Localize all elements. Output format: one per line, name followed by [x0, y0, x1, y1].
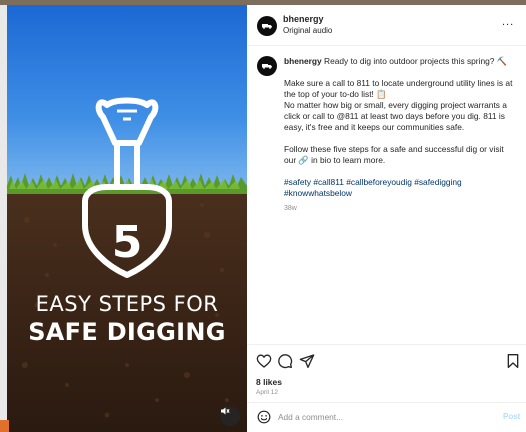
more-options-button[interactable]: ...	[502, 16, 514, 28]
avatar[interactable]	[257, 16, 277, 36]
truck-logo-icon	[262, 64, 272, 69]
emoji-icon[interactable]	[257, 410, 271, 424]
hashtags[interactable]: #safety #call811 #callbeforeyoudig #safe…	[284, 177, 516, 199]
step-number: 5	[112, 217, 143, 268]
post-media[interactable]: 5 EASY STEPS FOR SAFE DIGGING	[7, 5, 247, 432]
post-header: bhenergy Original audio ...	[247, 5, 526, 46]
audio-link[interactable]: Original audio	[283, 26, 332, 35]
screenshot-frame: 5 EASY STEPS FOR SAFE DIGGING bhenergy O…	[0, 0, 526, 432]
left-edge-strip	[0, 5, 7, 432]
post-caption: bhenergy Ready to dig into outdoor proje…	[284, 56, 516, 214]
post-caption-area: bhenergy Ready to dig into outdoor proje…	[247, 46, 526, 344]
username-link[interactable]: bhenergy	[283, 14, 324, 24]
caption-line-2: SAFE DIGGING	[28, 318, 226, 346]
speaker-muted-icon	[221, 407, 230, 415]
comment-bar: Post	[247, 402, 526, 432]
mute-button[interactable]	[220, 406, 240, 426]
share-icon[interactable]	[299, 353, 315, 369]
post-side-panel: bhenergy Original audio ... bhenergy Rea…	[247, 5, 526, 432]
heart-icon[interactable]	[256, 353, 272, 369]
post-actions: 8 likes April 12	[247, 344, 526, 396]
bookmark-icon[interactable]	[505, 353, 521, 369]
caption-paragraph-2: No matter how big or small, every diggin…	[284, 100, 507, 132]
comment-input[interactable]	[278, 410, 478, 424]
post-age: 38w	[284, 205, 297, 212]
avatar[interactable]	[257, 56, 277, 76]
caption-intro: Ready to dig into outdoor projects this …	[321, 56, 508, 66]
truck-logo-icon	[262, 24, 272, 29]
post-date: April 12	[256, 389, 279, 396]
likes-count[interactable]: 8 likes	[256, 377, 282, 387]
post-comment-button[interactable]: Post	[503, 412, 520, 421]
safe-digging-graphic: 5	[7, 5, 247, 432]
corner-marker	[0, 420, 9, 432]
caption-username[interactable]: bhenergy	[284, 56, 322, 66]
caption-line-1: EASY STEPS FOR	[35, 292, 219, 316]
caption-paragraph-1: Make sure a call to 811 to locate underg…	[284, 78, 513, 132]
caption-paragraph-3: Follow these five steps for a safe and s…	[284, 144, 504, 165]
comment-icon[interactable]	[277, 353, 293, 369]
